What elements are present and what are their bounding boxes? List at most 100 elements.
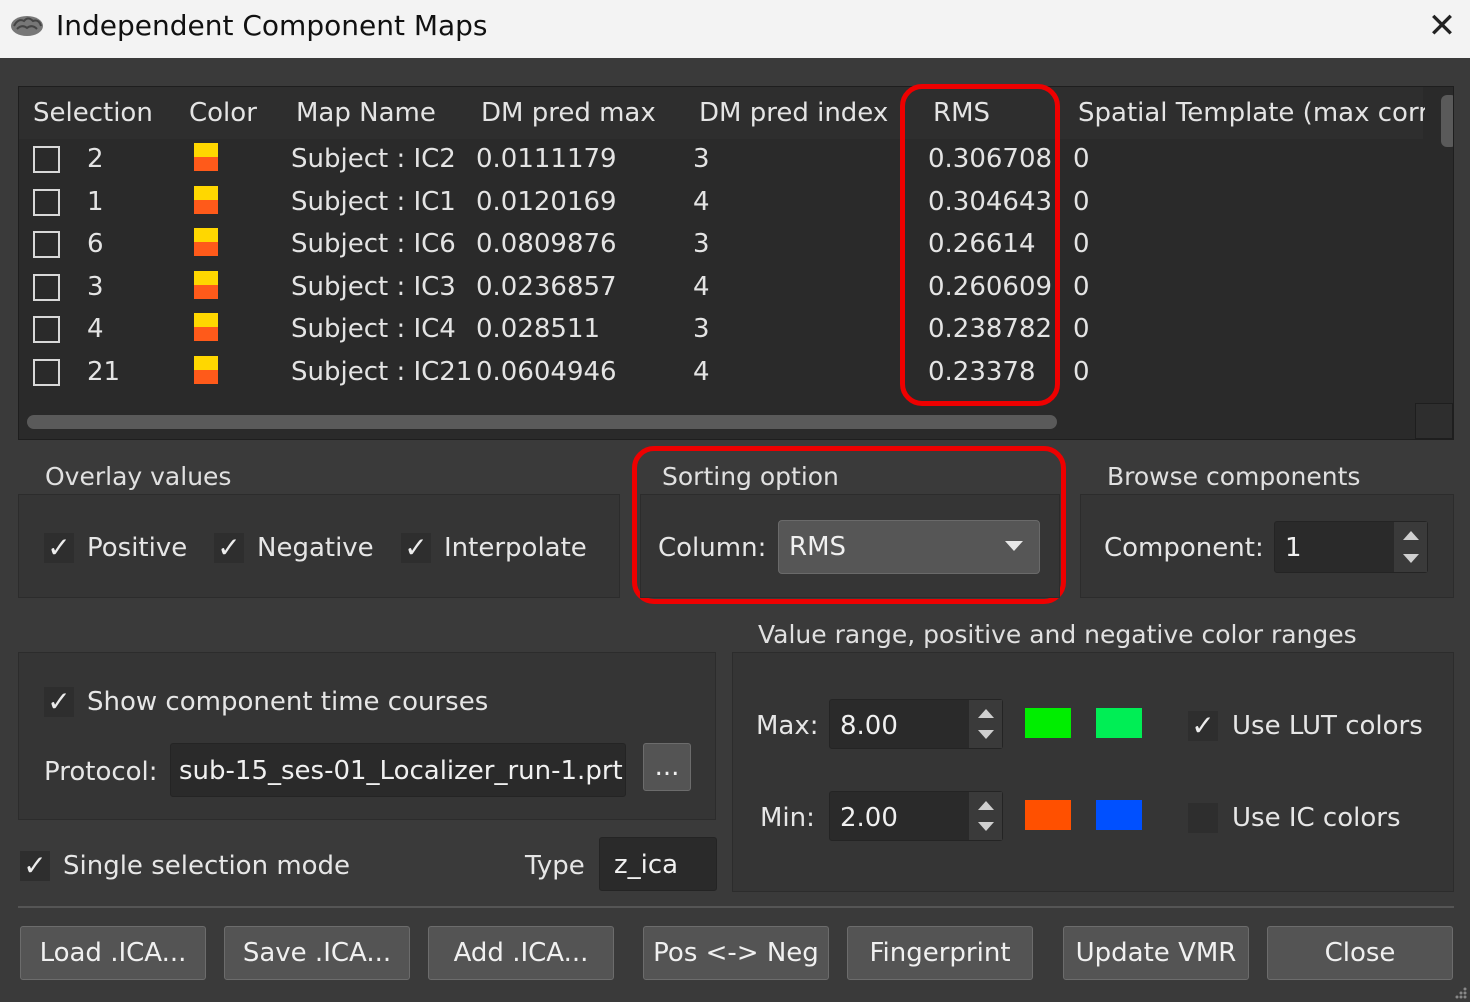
cell-dm-pred-index: 4 <box>693 186 710 217</box>
horizontal-scrollbar-thumb[interactable] <box>27 415 1057 429</box>
type-field[interactable]: z_ica <box>599 837 717 891</box>
row-checkbox[interactable] <box>33 188 60 216</box>
cell-spatial-template: 0 <box>1073 186 1090 217</box>
max-spinbox[interactable]: 8.00 <box>829 699 1003 749</box>
protocol-label: Protocol: <box>44 757 158 787</box>
table-row[interactable]: 1 Subject : IC1 0.0120169 4 0.304643 0 <box>19 184 1423 226</box>
row-checkbox[interactable] <box>33 231 60 259</box>
table-row[interactable]: 3 Subject : IC3 0.0236857 4 0.260609 0 <box>19 269 1423 311</box>
color-swatch[interactable] <box>194 270 218 299</box>
row-checkbox[interactable] <box>33 146 60 173</box>
cell-rms: 0.260609 <box>928 271 1053 302</box>
column-header-dm-pred-max[interactable]: DM pred max <box>481 98 656 128</box>
cell-map-name: Subject : IC1 <box>291 186 456 217</box>
overlay-values-title: Overlay values <box>45 462 232 491</box>
cell-rms: 0.26614 <box>928 229 1036 260</box>
spin-up-icon[interactable] <box>1403 531 1419 540</box>
cell-selection: 6 <box>87 229 104 260</box>
cell-rms: 0.238782 <box>928 314 1053 345</box>
cell-rms: 0.306708 <box>928 144 1053 174</box>
spin-down-icon[interactable] <box>978 822 994 831</box>
min-negative-color[interactable] <box>1096 800 1142 830</box>
cell-dm-pred-max: 0.0604946 <box>476 357 617 387</box>
cell-dm-pred-max: 0.0111179 <box>476 144 617 174</box>
add-ica-label: Add .ICA... <box>453 938 589 968</box>
column-header-dm-pred-index[interactable]: DM pred index <box>699 98 888 128</box>
cell-dm-pred-max: 0.0236857 <box>476 271 617 302</box>
table-row[interactable]: 6 Subject : IC6 0.0809876 3 0.26614 0 <box>19 226 1423 268</box>
negative-checkbox[interactable]: ✓ <box>214 533 244 563</box>
table-row[interactable]: 21 Subject : IC21 0.0604946 4 0.23378 0 <box>19 354 1423 396</box>
max-value: 8.00 <box>840 711 898 741</box>
use-lut-checkbox[interactable]: ✓ <box>1188 711 1218 741</box>
max-label: Max: <box>756 711 819 741</box>
browse-protocol-label: ... <box>654 752 680 782</box>
cell-map-name: Subject : IC21 <box>291 357 473 387</box>
resize-grip-icon[interactable] <box>1452 984 1468 1000</box>
divider <box>18 906 1454 908</box>
row-checkbox[interactable] <box>33 359 60 386</box>
show-time-courses-checkbox[interactable]: ✓ <box>44 687 74 717</box>
close-icon[interactable]: ✕ <box>1422 6 1462 46</box>
cell-rms: 0.23378 <box>928 357 1036 387</box>
single-selection-label: Single selection mode <box>63 851 351 881</box>
color-swatch[interactable] <box>194 143 218 171</box>
update-vmr-button[interactable]: Update VMR <box>1063 926 1249 980</box>
min-positive-color[interactable] <box>1025 800 1071 830</box>
spin-down-icon[interactable] <box>978 730 994 739</box>
vertical-scrollbar-thumb[interactable] <box>1441 95 1453 147</box>
browse-protocol-button[interactable]: ... <box>643 743 691 791</box>
column-header-spatial-template[interactable]: Spatial Template (max corr) <box>1078 98 1439 128</box>
column-header-color[interactable]: Color <box>189 98 257 128</box>
load-ica-button[interactable]: Load .ICA... <box>20 926 206 980</box>
close-label: Close <box>1324 938 1396 968</box>
type-value: z_ica <box>614 850 679 880</box>
row-checkbox[interactable] <box>33 273 60 301</box>
cell-spatial-template: 0 <box>1073 314 1090 345</box>
max-positive-color[interactable] <box>1025 708 1071 738</box>
min-spinbox[interactable]: 2.00 <box>829 791 1003 841</box>
component-spinbox[interactable]: 1 <box>1274 521 1428 573</box>
row-checkbox[interactable] <box>33 316 60 344</box>
sort-column-value: RMS <box>789 532 847 562</box>
spin-down-icon[interactable] <box>1403 554 1419 563</box>
column-header-rms[interactable]: RMS <box>933 98 990 128</box>
cell-spatial-template: 0 <box>1073 357 1090 387</box>
sort-column-dropdown[interactable]: RMS <box>778 520 1040 574</box>
protocol-field[interactable]: sub-15_ses-01_Localizer_run-1.prt <box>170 743 626 797</box>
spin-up-icon[interactable] <box>978 801 994 810</box>
color-swatch[interactable] <box>194 185 218 214</box>
add-ica-button[interactable]: Add .ICA... <box>428 926 614 980</box>
chevron-down-icon <box>1005 541 1023 551</box>
cell-map-name: Subject : IC6 <box>291 229 456 260</box>
use-lut-label: Use LUT colors <box>1232 711 1423 741</box>
positive-checkbox[interactable]: ✓ <box>44 533 74 563</box>
save-ica-label: Save .ICA... <box>242 938 392 968</box>
interpolate-checkbox[interactable]: ✓ <box>401 533 431 563</box>
color-swatch[interactable] <box>194 356 218 384</box>
use-ic-checkbox[interactable] <box>1188 803 1218 833</box>
cell-selection: 21 <box>87 357 121 387</box>
close-button[interactable]: Close <box>1267 926 1453 980</box>
max-negative-color[interactable] <box>1096 708 1142 738</box>
column-header-map-name[interactable]: Map Name <box>296 98 436 128</box>
component-table[interactable]: Selection Color Map Name DM pred max DM … <box>18 86 1454 440</box>
cell-map-name: Subject : IC3 <box>291 271 456 302</box>
column-header-selection[interactable]: Selection <box>33 98 153 128</box>
pos-neg-button[interactable]: Pos <-> Neg <box>643 926 829 980</box>
color-swatch[interactable] <box>194 228 218 257</box>
spin-up-icon[interactable] <box>978 709 994 718</box>
table-row[interactable]: 2 Subject : IC2 0.0111179 3 0.306708 0 <box>19 141 1423 183</box>
fingerprint-button[interactable]: Fingerprint <box>847 926 1033 980</box>
cell-selection: 4 <box>87 314 104 345</box>
single-selection-checkbox[interactable]: ✓ <box>20 851 50 881</box>
scrollbar-corner <box>1415 403 1453 439</box>
sorting-option-title: Sorting option <box>662 462 839 491</box>
save-ica-button[interactable]: Save .ICA... <box>224 926 410 980</box>
cell-dm-pred-index: 4 <box>693 271 710 302</box>
table-row[interactable]: 4 Subject : IC4 0.028511 3 0.238782 0 <box>19 311 1423 353</box>
load-ica-label: Load .ICA... <box>39 938 187 968</box>
cell-spatial-template: 0 <box>1073 229 1090 260</box>
color-swatch[interactable] <box>194 313 218 342</box>
component-label: Component: <box>1104 533 1264 563</box>
